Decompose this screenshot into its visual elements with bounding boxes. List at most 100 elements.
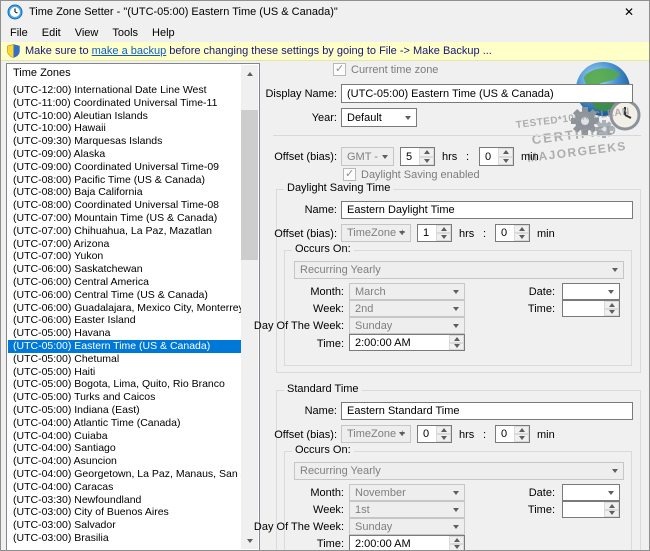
menu-edit[interactable]: Edit: [35, 25, 68, 41]
timezone-list-item[interactable]: (UTC-09:00) Alaska: [8, 148, 241, 161]
timezone-list-item[interactable]: (UTC-03:00) City of Buenos Aires: [8, 506, 241, 519]
spin-up-icon[interactable]: [436, 426, 451, 434]
spin-down-icon[interactable]: [449, 543, 464, 550]
timezone-list-item[interactable]: (UTC-12:00) International Date Line West: [8, 84, 241, 97]
spin-up-icon[interactable]: [604, 502, 619, 510]
spin-up-icon[interactable]: [449, 335, 464, 343]
spinner-buttons: [514, 225, 529, 241]
dst-time-spinner[interactable]: 2:00:00 AM: [349, 334, 465, 351]
offset-minutes-spinner[interactable]: 0: [479, 147, 514, 166]
timezone-list-item[interactable]: (UTC-05:00) Turks and Caicos: [8, 391, 241, 404]
spin-down-icon[interactable]: [604, 509, 619, 517]
timezone-list-item[interactable]: (UTC-08:00) Coordinated Universal Time-0…: [8, 199, 241, 212]
timezone-list-item[interactable]: (UTC-06:00) Central America: [8, 276, 241, 289]
timezone-list-item[interactable]: (UTC-08:00) Baja California: [8, 186, 241, 199]
year-select[interactable]: Default: [341, 108, 417, 127]
timezone-list-item[interactable]: (UTC-07:00) Yukon: [8, 250, 241, 263]
timezone-list-item[interactable]: (UTC-09:30) Marquesas Islands: [8, 135, 241, 148]
timezone-list-item[interactable]: (UTC-04:00) Cuiaba: [8, 430, 241, 443]
timezone-list: (UTC-12:00) International Date Line West…: [8, 84, 241, 549]
current-timezone-checkbox[interactable]: Current time zone: [333, 62, 438, 76]
timezone-list-item[interactable]: (UTC-05:00) Eastern Time (US & Canada): [8, 339, 241, 353]
dst-recurrence-select[interactable]: Recurring Yearly: [294, 261, 624, 279]
spin-up-icon[interactable]: [498, 148, 513, 157]
dst-offset-base-select[interactable]: TimeZone +: [341, 224, 411, 242]
spin-up-icon[interactable]: [514, 426, 529, 434]
timezone-list-item[interactable]: (UTC-11:00) Coordinated Universal Time-1…: [8, 97, 241, 110]
std-dow-select[interactable]: Sunday: [349, 518, 465, 535]
timezone-list-item[interactable]: (UTC-04:00) Santiago: [8, 442, 241, 455]
dst-week-select[interactable]: 2nd: [349, 300, 465, 317]
timezone-list-item[interactable]: (UTC-04:00) Georgetown, La Paz, Manaus, …: [8, 468, 241, 481]
spin-down-icon[interactable]: [514, 233, 529, 241]
timezone-list-item[interactable]: (UTC-05:00) Bogota, Lima, Quito, Rio Bra…: [8, 378, 241, 391]
std-time-spinner[interactable]: 2:00:00 AM: [349, 535, 465, 550]
timezone-list-item[interactable]: (UTC-10:00) Hawaii: [8, 122, 241, 135]
dst-hours-spinner[interactable]: 1: [417, 224, 452, 242]
scroll-up-icon[interactable]: [241, 65, 258, 82]
spin-up-icon[interactable]: [514, 225, 529, 233]
timezone-list-item[interactable]: (UTC-05:00) Havana: [8, 327, 241, 340]
timezone-list-item[interactable]: (UTC-05:00) Indiana (East): [8, 404, 241, 417]
backup-warning-banner: Make sure to make a backup before changi…: [1, 42, 649, 61]
menu-tools[interactable]: Tools: [105, 25, 145, 41]
std-name-input[interactable]: Eastern Standard Time: [341, 402, 633, 420]
daylight-saving-enabled-checkbox[interactable]: Daylight Saving enabled: [343, 167, 480, 181]
timezone-list-item[interactable]: (UTC-05:00) Haiti: [8, 366, 241, 379]
spin-down-icon[interactable]: [514, 434, 529, 442]
timezone-list-item[interactable]: (UTC-04:00) Asuncion: [8, 455, 241, 468]
std-hours-spinner[interactable]: 0: [417, 425, 452, 443]
close-button[interactable]: ✕: [609, 1, 649, 23]
timezone-list-item[interactable]: (UTC-03:00) Salvador: [8, 519, 241, 532]
std-side-time-label: Time:: [527, 504, 555, 516]
dst-month-select[interactable]: March: [349, 283, 465, 300]
std-week-select[interactable]: 1st: [349, 501, 465, 518]
dst-side-time-input[interactable]: [562, 300, 620, 317]
timezone-list-item[interactable]: (UTC-07:00) Arizona: [8, 238, 241, 251]
spin-up-icon[interactable]: [436, 225, 451, 233]
timezone-list-item[interactable]: (UTC-07:00) Mountain Time (US & Canada): [8, 212, 241, 225]
make-backup-link[interactable]: make a backup: [92, 45, 167, 57]
dst-name-input[interactable]: Eastern Daylight Time: [341, 201, 633, 219]
dst-week-label: Week:: [313, 303, 344, 315]
std-recurrence-select[interactable]: Recurring Yearly: [294, 462, 624, 480]
timezone-list-item[interactable]: (UTC-04:00) Caracas: [8, 481, 241, 494]
dst-dow-select[interactable]: Sunday: [349, 317, 465, 334]
timezone-list-item[interactable]: (UTC-06:00) Central Time (US & Canada): [8, 289, 241, 302]
dst-minutes-spinner[interactable]: 0: [495, 224, 530, 242]
timezone-list-item[interactable]: (UTC-08:00) Pacific Time (US & Canada): [8, 174, 241, 187]
chevron-down-icon: [448, 485, 464, 500]
timezone-list-item[interactable]: (UTC-06:00) Saskatchewan: [8, 263, 241, 276]
std-offset-base-select[interactable]: TimeZone +: [341, 425, 411, 443]
menu-help[interactable]: Help: [145, 25, 182, 41]
timezone-list-item[interactable]: (UTC-09:00) Coordinated Universal Time-0…: [8, 161, 241, 174]
gmt-direction-value: GMT -: [347, 150, 378, 163]
spin-down-icon[interactable]: [436, 434, 451, 442]
dst-date-picker[interactable]: [562, 283, 620, 300]
spin-down-icon[interactable]: [436, 233, 451, 241]
menu-file[interactable]: File: [3, 25, 35, 41]
spin-down-icon[interactable]: [604, 308, 619, 316]
std-date-picker[interactable]: [562, 484, 620, 501]
timezone-list-item[interactable]: (UTC-05:00) Chetumal: [8, 353, 241, 366]
menu-view[interactable]: View: [68, 25, 106, 41]
spin-down-icon[interactable]: [419, 156, 434, 165]
gmt-direction-select[interactable]: GMT -: [341, 147, 394, 166]
spin-down-icon[interactable]: [498, 156, 513, 165]
offset-hours-spinner[interactable]: 5: [400, 147, 435, 166]
spin-up-icon[interactable]: [449, 536, 464, 544]
std-month-select[interactable]: November: [349, 484, 465, 501]
timezone-list-item[interactable]: (UTC-10:00) Aleutian Islands: [8, 110, 241, 123]
spin-up-icon[interactable]: [604, 301, 619, 309]
timezone-list-item[interactable]: (UTC-03:30) Newfoundland: [8, 494, 241, 507]
spin-up-icon[interactable]: [419, 148, 434, 157]
std-side-time-input[interactable]: [562, 501, 620, 518]
timezone-list-item[interactable]: (UTC-04:00) Atlantic Time (Canada): [8, 417, 241, 430]
std-minutes-spinner[interactable]: 0: [495, 425, 530, 443]
timezone-list-item[interactable]: (UTC-06:00) Easter Island: [8, 314, 241, 327]
timezone-list-item[interactable]: (UTC-07:00) Chihuahua, La Paz, Mazatlan: [8, 225, 241, 238]
timezone-list-item[interactable]: (UTC-03:00) Brasilia: [8, 532, 241, 545]
timezone-list-item[interactable]: (UTC-06:00) Guadalajara, Mexico City, Mo…: [8, 302, 241, 315]
spin-down-icon[interactable]: [449, 342, 464, 350]
display-name-input[interactable]: (UTC-05:00) Eastern Time (US & Canada): [341, 84, 633, 103]
